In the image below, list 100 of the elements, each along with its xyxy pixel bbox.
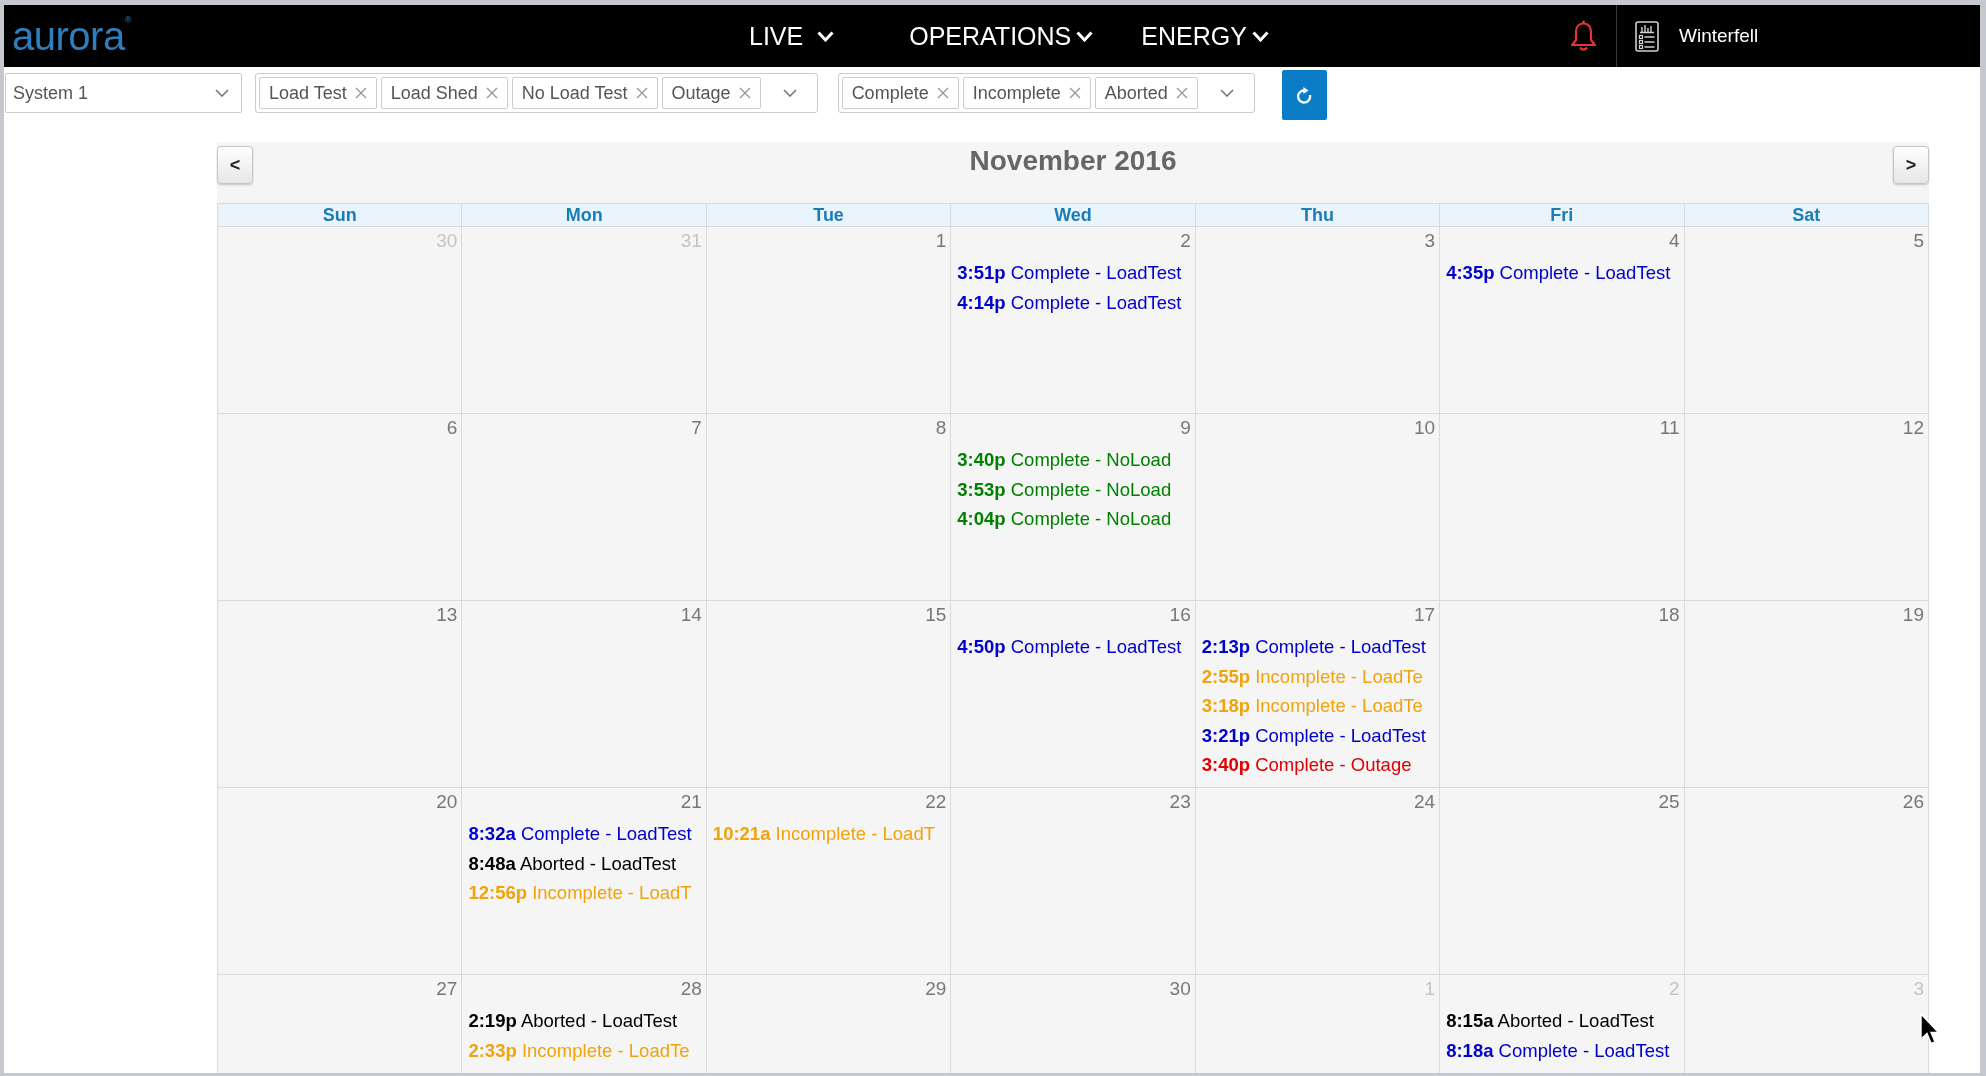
close-icon[interactable] [485, 87, 498, 99]
day-cell[interactable]: 22 10:21a Incomplete - LoadT [705, 787, 951, 974]
day-cell[interactable]: 19 [1683, 600, 1928, 787]
close-icon[interactable] [1175, 87, 1188, 99]
previous-month-button[interactable]: < [217, 146, 253, 184]
day-cell[interactable]: 6 [217, 413, 462, 600]
day-cell[interactable]: 26 [1683, 787, 1928, 974]
close-icon[interactable] [936, 87, 949, 99]
day-cell[interactable]: 28 2:19p Aborted - LoadTest 2:33p Incomplete - LoadTe [461, 974, 706, 1073]
day-number: 10 [1414, 416, 1436, 440]
filter-tag[interactable]: Outage [661, 77, 761, 109]
calendar-event[interactable]: 8:18a Complete - LoadTest [1446, 1035, 1670, 1065]
day-number: 6 [446, 416, 458, 440]
calendar-event[interactable]: 4:50p Complete - LoadTest [957, 632, 1182, 662]
day-number: 11 [1659, 416, 1680, 440]
event-type-filter-field[interactable]: Load Test Load Shed No Load Test Outage [255, 73, 818, 113]
day-cell[interactable]: 27 [217, 974, 462, 1073]
day-cell[interactable]: 24 [1194, 787, 1440, 974]
site-name[interactable]: Winterfell [1679, 25, 1759, 47]
calendar-event[interactable]: 3:21p Complete - LoadTest [1201, 720, 1426, 750]
next-month-button[interactable]: > [1893, 146, 1929, 184]
day-cell[interactable]: 16 4:50p Complete - LoadTest [950, 600, 1195, 787]
day-number: 9 [1180, 416, 1191, 440]
day-cell[interactable]: 29 [705, 974, 951, 1073]
document-list-icon[interactable] [1635, 20, 1659, 52]
day-cell[interactable]: 15 [705, 600, 951, 787]
day-number: 20 [436, 790, 458, 814]
calendar-event[interactable]: 3:40p Complete - NoLoad [957, 445, 1172, 475]
chevron-down-icon [817, 30, 835, 42]
nav-menu-button[interactable]: OPERATIONS [909, 21, 1094, 51]
mouse-cursor-icon [1920, 1013, 1940, 1045]
nav-menu-button[interactable]: ENERGY [1141, 21, 1269, 51]
day-cell[interactable]: 8 [705, 413, 951, 600]
filter-tag[interactable]: Aborted [1094, 77, 1198, 109]
day-number: 13 [436, 603, 458, 627]
day-number: 4 [1669, 229, 1680, 253]
day-cell[interactable]: 11 [1439, 413, 1684, 600]
day-number: 2 [1180, 229, 1191, 253]
bell-icon[interactable] [1571, 20, 1596, 52]
day-cell[interactable]: 17 2:13p Complete - LoadTest 2:55p Incomplete - LoadTe 3:18p Incomplete - LoadTe 3:21p Complete - LoadTest 3:40p Complete - Outage [1194, 600, 1440, 787]
day-number: 21 [680, 790, 702, 814]
day-cell[interactable]: 25 [1439, 787, 1684, 974]
day-cell[interactable]: 10 [1194, 413, 1440, 600]
day-number: 16 [1169, 603, 1191, 627]
day-number: 12 [1902, 416, 1924, 440]
day-number: 28 [680, 977, 702, 1001]
filter-tag[interactable]: Complete [841, 77, 959, 109]
chevron-down-icon[interactable] [1219, 89, 1234, 97]
calendar-event[interactable]: 4:14p Complete - LoadTest [957, 287, 1182, 317]
day-cell[interactable]: 7 [461, 413, 706, 600]
day-number: 7 [691, 416, 702, 440]
filter-tag[interactable]: Load Test [259, 77, 377, 109]
chevron-down-icon [1076, 30, 1094, 42]
day-number: 17 [1414, 603, 1436, 627]
filter-tag[interactable]: Load Shed [380, 77, 508, 109]
calendar-event[interactable]: 8:15a Aborted - LoadTest [1446, 1006, 1654, 1036]
calendar-event[interactable]: 4:04p Complete - NoLoad [957, 504, 1172, 534]
day-cell[interactable]: 1 [705, 226, 951, 413]
day-cell[interactable]: 14 [461, 600, 706, 787]
day-number: 14 [680, 603, 702, 627]
day-cell[interactable]: 12 [1683, 413, 1928, 600]
chevron-down-icon [215, 89, 229, 97]
day-number: 1 [935, 229, 947, 253]
calendar-event[interactable]: 3:51p Complete - LoadTest [957, 258, 1182, 288]
close-icon[interactable] [635, 87, 648, 99]
filter-tag[interactable]: No Load Test [511, 77, 658, 109]
close-icon[interactable] [354, 87, 367, 99]
day-cell[interactable]: 13 [217, 600, 462, 787]
day-cell[interactable]: 20 [217, 787, 462, 974]
calendar-event[interactable]: 2:13p Complete - LoadTest [1201, 632, 1426, 662]
day-cell[interactable]: 3 [1194, 226, 1440, 413]
day-number: 18 [1658, 603, 1680, 627]
day-number: 26 [1902, 790, 1924, 814]
day-cell[interactable]: 2 3:51p Complete - LoadTest 4:14p Complete - LoadTest [950, 226, 1195, 413]
day-number: 19 [1902, 603, 1924, 627]
calendar-event[interactable]: 8:48a Aborted - LoadTest [468, 848, 677, 878]
calendar-event[interactable]: 3:40p Complete - Outage [1201, 750, 1412, 780]
day-number: 23 [1169, 790, 1191, 814]
day-number: 8 [935, 416, 947, 440]
refresh-button[interactable] [1281, 70, 1327, 120]
filter-tag[interactable]: Incomplete [962, 77, 1091, 109]
calendar-event[interactable]: 4:35p Complete - LoadTest [1446, 258, 1671, 288]
system-dropdown[interactable]: System 1 [5, 73, 242, 113]
day-number: 25 [1658, 790, 1680, 814]
day-cell[interactable]: 23 [950, 787, 1195, 974]
logo[interactable]: aurora$^{®}$ [12, 14, 131, 58]
calendar-event[interactable]: 3:53p Complete - NoLoad [957, 474, 1172, 504]
day-cell[interactable]: 9 3:40p Complete - NoLoad 3:53p Complete - NoLoad 4:04p Complete - NoLoad [950, 413, 1195, 600]
close-icon[interactable] [738, 87, 751, 99]
close-icon[interactable] [1068, 87, 1081, 99]
calendar-event[interactable]: 2:19p Aborted - LoadTest [468, 1006, 678, 1036]
nav-menu-button[interactable]: LIVE [749, 21, 835, 51]
status-filter-field[interactable]: Complete Incomplete Aborted [837, 73, 1255, 113]
day-cell[interactable]: 18 [1439, 600, 1684, 787]
day-cell[interactable]: 30 [950, 974, 1195, 1073]
day-cell[interactable]: 4 4:35p Complete - LoadTest [1439, 226, 1684, 413]
chevron-down-icon[interactable] [782, 89, 797, 97]
day-cell[interactable]: 21 8:32a Complete - LoadTest 8:48a Aborted - LoadTest 12:56p Incomplete - LoadT [461, 787, 706, 974]
calendar-event[interactable]: 8:32a Complete - LoadTest [468, 819, 692, 849]
day-cell[interactable]: 5 [1683, 226, 1928, 413]
